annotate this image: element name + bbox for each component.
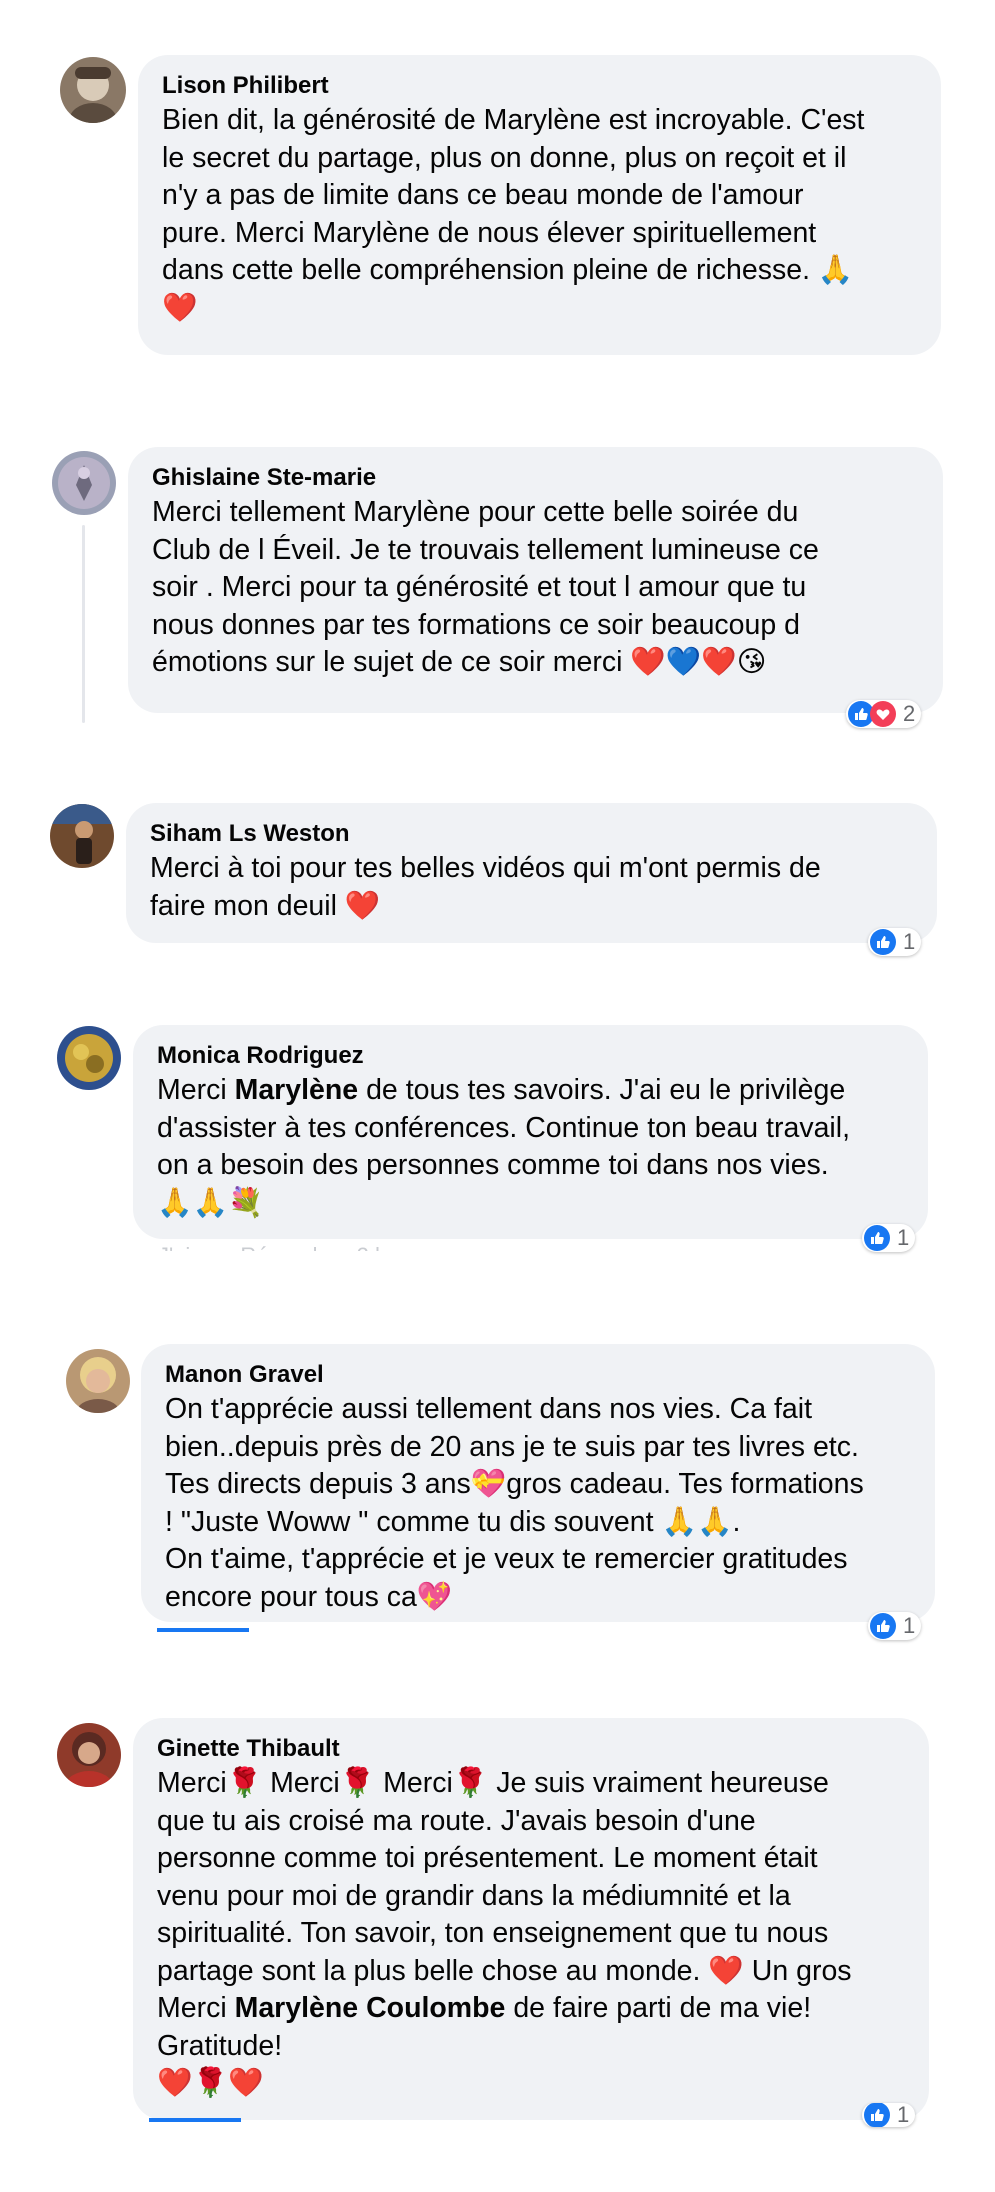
avatar-photo-icon — [50, 804, 114, 868]
comment-line: Tes directs depuis 3 ans💝gros cadeau. Te… — [165, 1468, 864, 1500]
comment-line: pure. Merci Marylène de nous élever spir… — [162, 216, 817, 249]
mention-link[interactable]: Marylène — [235, 1074, 359, 1106]
avatar-monica-rodriguez[interactable] — [57, 1026, 121, 1090]
comment-line: d'assister à tes conférences. Continue t… — [157, 1111, 851, 1144]
comment-author[interactable]: Manon Gravel — [165, 1359, 911, 1391]
comment-text: Merci tellement Marylène pour cette bell… — [152, 494, 919, 682]
reaction-summary[interactable]: 2 — [846, 700, 922, 728]
avatar-ghislaine-ste-marie[interactable] — [52, 451, 116, 515]
reaction-summary[interactable]: 1 — [868, 1612, 922, 1640]
comment-text: Bien dit, la générosité de Marylène est … — [162, 102, 917, 327]
comment-line: encore pour tous ca💖 — [165, 1580, 453, 1613]
reply-thread-line — [82, 525, 85, 723]
reaction-count: 1 — [903, 929, 916, 954]
comment-bubble: Siham Ls Weston Merci à toi pour tes bel… — [126, 803, 937, 943]
comment-line: Gratitude! — [157, 2029, 283, 2062]
thumbs-up-icon — [864, 1225, 890, 1251]
thumbs-up-icon — [870, 929, 896, 955]
reaction-summary[interactable]: 1 — [868, 928, 922, 956]
thumbs-up-icon — [864, 2103, 890, 2127]
comment-line: bien..depuis près de 20 ans je te suis p… — [165, 1430, 859, 1463]
comment-line: venu pour moi de grandir dans la médiumn… — [157, 1879, 791, 1912]
avatar-photo-icon — [52, 451, 116, 515]
reaction-count: 1 — [897, 2103, 910, 2127]
comment-line: 🙏🙏💐 — [157, 1186, 264, 1219]
comment-line: On t'aime, t'apprécie et je veux te reme… — [165, 1543, 848, 1575]
comment-line: ❤️🌹❤️ — [157, 2067, 264, 2099]
comment-line: personne comme toi présentement. Le mome… — [157, 1842, 818, 1874]
comment-text: Merci🌹 Merci🌹 Merci🌹 Je suis vraiment he… — [157, 1765, 905, 2103]
comment-author[interactable]: Siham Ls Weston — [150, 818, 913, 850]
comment-line: faire mon deuil ❤️ — [150, 889, 381, 922]
avatar-photo-icon — [66, 1349, 130, 1413]
heart-icon — [870, 701, 896, 727]
comment-line: Merci Marylène Coulombe de faire parti d… — [157, 1990, 905, 2028]
comment-line: que tu ais croisé ma route. J'avais beso… — [157, 1804, 756, 1837]
reply-indicator — [149, 2118, 241, 2122]
comment-line: Club de l Éveil. Je te trouvais tellemen… — [152, 533, 819, 566]
reaction-summary[interactable]: 1 — [862, 2103, 916, 2127]
comment-line: soir . Merci pour ta générosité et tout … — [152, 571, 807, 603]
comment-line: nous donnes par tes formations ce soir b… — [152, 608, 800, 641]
comment-line: le secret du partage, plus on donne, plu… — [162, 141, 847, 174]
comment-line: Merci tellement Marylène pour cette bell… — [152, 496, 799, 528]
comment-bubble: Ginette Thibault Merci🌹 Merci🌹 Merci🌹 Je… — [133, 1718, 929, 2120]
comment-text-fragment: de tous tes savoirs. J'ai eu le privilèg… — [358, 1074, 846, 1106]
comment-bubble: Lison Philibert Bien dit, la générosité … — [138, 55, 941, 355]
comment-author[interactable]: Monica Rodriguez — [157, 1040, 904, 1072]
comment-text: On t'apprécie aussi tellement dans nos v… — [165, 1391, 911, 1616]
comment-text-fragment: Merci — [157, 1992, 235, 2024]
avatar-photo-icon — [60, 57, 126, 123]
comment-text-fragment: Merci — [157, 1074, 235, 1106]
comment-line: Merci🌹 Merci🌹 Merci🌹 Je suis vraiment he… — [157, 1767, 829, 1799]
comment-line: dans cette belle compréhension pleine de… — [162, 254, 854, 286]
comment-line: on a besoin des personnes comme toi dans… — [157, 1149, 829, 1181]
avatar-photo-icon — [57, 1026, 121, 1090]
comment-line: n'y a pas de limite dans ce beau monde d… — [162, 179, 804, 211]
comment-line: Merci à toi pour tes belles vidéos qui m… — [150, 852, 821, 884]
thumbs-up-icon — [870, 1613, 896, 1639]
mention-link[interactable]: Marylène Coulombe — [235, 1992, 506, 2024]
reaction-count: 1 — [897, 1225, 910, 1250]
comment-actions-faded[interactable]: J'aime · Répondre · 2 h — [158, 1241, 387, 1251]
reaction-summary[interactable]: 1 — [862, 1224, 916, 1252]
avatar-photo-icon — [57, 1723, 121, 1787]
reaction-count: 1 — [903, 1613, 916, 1638]
comment-author[interactable]: Ghislaine Ste-marie — [152, 462, 919, 494]
comment-line: Bien dit, la générosité de Marylène est … — [162, 104, 865, 136]
reply-indicator — [157, 1628, 249, 1632]
avatar-ginette-thibault[interactable] — [57, 1723, 121, 1787]
avatar-siham-ls-weston[interactable] — [50, 804, 114, 868]
comment-line: ! "Juste Woww " comme tu dis souvent 🙏🙏. — [165, 1505, 741, 1538]
reaction-count: 2 — [903, 701, 916, 726]
comment-text: Merci Marylène de tous tes savoirs. J'ai… — [157, 1072, 904, 1222]
comment-line: émotions sur le sujet de ce soir merci ❤… — [152, 646, 767, 678]
comment-bubble: Ghislaine Ste-marie Merci tellement Mary… — [128, 447, 943, 713]
comment-line: partage sont la plus belle chose au mond… — [157, 1954, 852, 1987]
comment-text: Merci à toi pour tes belles vidéos qui m… — [150, 850, 913, 925]
avatar-lison-philibert[interactable] — [60, 57, 126, 123]
comment-line: On t'apprécie aussi tellement dans nos v… — [165, 1393, 813, 1425]
comment-bubble: Manon Gravel On t'apprécie aussi telleme… — [141, 1344, 935, 1622]
comment-line: ❤️ — [162, 291, 198, 324]
comment-author[interactable]: Lison Philibert — [162, 70, 917, 102]
comment-line: spiritualité. Ton savoir, ton enseigneme… — [157, 1917, 829, 1949]
comment-bubble: Monica Rodriguez Merci Marylène de tous … — [133, 1025, 928, 1239]
comment-author[interactable]: Ginette Thibault — [157, 1733, 905, 1765]
avatar-manon-gravel[interactable] — [66, 1349, 130, 1413]
comment-line: Merci Marylène de tous tes savoirs. J'ai… — [157, 1072, 904, 1110]
comment-text-fragment: de faire parti de ma vie! — [505, 1992, 812, 2024]
